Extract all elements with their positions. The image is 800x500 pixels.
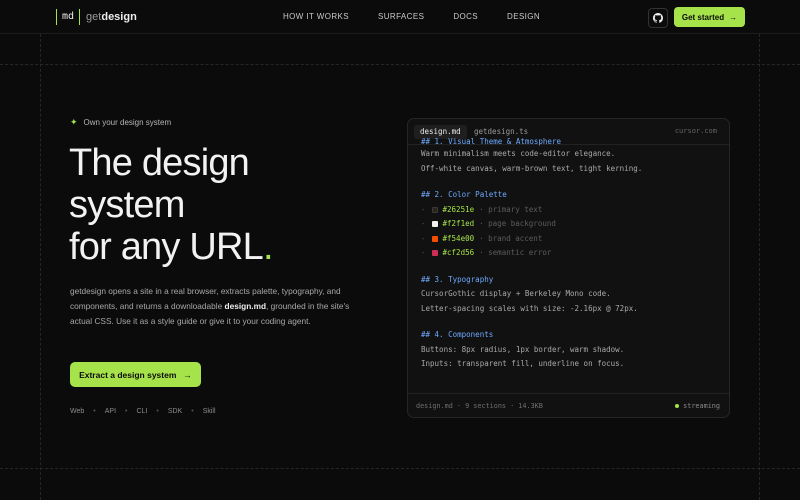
nav-link-design[interactable]: DESIGN <box>507 12 540 21</box>
hero-headline: The design system for any URL. <box>69 142 369 268</box>
color-description: · semantic error <box>479 248 552 257</box>
headline-accent-dot: . <box>262 226 274 268</box>
stream-status-label: streaming <box>683 402 720 410</box>
frame-guide-top <box>0 64 800 65</box>
code-line: Off-white canvas, warm-brown text, tight… <box>421 163 643 173</box>
color-description: · page background <box>479 219 556 228</box>
nav-links: HOW IT WORKS SURFACES DOCS DESIGN <box>283 12 569 21</box>
panel-footer: design.md · 9 sections · 14.3KB streamin… <box>408 393 729 417</box>
nav-link-surfaces[interactable]: SURFACES <box>378 12 424 21</box>
bullet-separator: • <box>93 408 96 415</box>
surface-web: Web <box>70 408 85 415</box>
palette-row: - #f54e00 · brand accent <box>421 232 719 247</box>
section-heading-4: ## 4. Components <box>421 330 494 339</box>
list-dash: - <box>421 233 426 243</box>
palette-row: - #cf2d56 · semantic error <box>421 246 719 261</box>
stream-status: streaming <box>675 402 720 410</box>
color-hex: #f54e00 <box>442 233 475 243</box>
frame-guide-left <box>40 34 41 500</box>
surface-skill: Skill <box>202 408 216 415</box>
color-hex: #f2f1ed <box>442 219 475 228</box>
arrow-right-icon: → <box>183 369 192 380</box>
extract-button-label: Extract a design system <box>79 369 177 380</box>
color-swatch <box>431 235 438 242</box>
github-icon <box>653 13 663 23</box>
hero-description: getdesign opens a site in a real browser… <box>70 284 370 329</box>
color-swatch <box>431 206 438 213</box>
get-started-label: Get started <box>681 12 725 22</box>
bullet-separator: • <box>156 408 159 415</box>
surface-sdk: SDK <box>167 408 183 415</box>
list-dash: - <box>421 248 426 257</box>
github-button[interactable] <box>648 8 668 28</box>
section-heading-2: ## 2. Color Palette <box>421 190 507 199</box>
headline-line-2: system <box>69 184 185 226</box>
nav-link-how-it-works[interactable]: HOW IT WORKS <box>283 12 349 21</box>
live-dot-icon <box>675 404 680 408</box>
list-dash: - <box>421 219 426 228</box>
section-heading-1: ## 1. Visual Theme & Atmosphere <box>421 137 561 146</box>
section-heading-3: ## 3. Typography <box>421 274 494 284</box>
frame-guide-right <box>759 34 760 500</box>
code-line: Inputs: transparent fill, underline on f… <box>421 359 625 368</box>
surfaces-list: Web • API • CLI • SDK • Skill <box>70 408 216 415</box>
surface-cli: CLI <box>136 408 148 415</box>
color-hex: #cf2d56 <box>442 248 475 257</box>
hero-eyebrow: ✦ Own your design system <box>70 117 171 128</box>
color-description: · primary text <box>479 204 543 214</box>
extract-design-system-button[interactable]: Extract a design system → <box>70 362 201 387</box>
surface-api: API <box>104 408 117 415</box>
bullet-separator: • <box>125 408 128 415</box>
code-content: ## 1. Visual Theme & Atmosphere Warm min… <box>421 137 719 372</box>
color-description: · brand accent <box>479 233 543 243</box>
design-md-preview-panel: design.md getdesign.ts cursor.com ## 1. … <box>407 118 730 418</box>
top-nav: md getdesign HOW IT WORKS SURFACES DOCS … <box>0 0 800 34</box>
color-swatch <box>431 250 438 257</box>
code-line: Warm minimalism meets code-editor elegan… <box>421 149 616 158</box>
get-started-button[interactable]: Get started → <box>674 7 745 27</box>
headline-line-3: for any URL <box>69 226 264 268</box>
logo-mark: md <box>56 9 81 25</box>
logo-text: getdesign <box>86 11 137 23</box>
file-meta: design.md · 9 sections · 14.3KB <box>416 402 543 410</box>
palette-row: - #26251e · primary text <box>421 203 719 218</box>
code-line: Letter-spacing scales with size: -2.16px… <box>421 303 638 313</box>
bullet-separator: • <box>191 408 194 415</box>
arrow-right-icon: → <box>729 12 738 22</box>
palette-row: - #f2f1ed · page background <box>421 217 719 232</box>
eyebrow-text: Own your design system <box>83 118 172 127</box>
logo[interactable]: md getdesign <box>56 9 137 25</box>
panel-source-domain: cursor.com <box>674 127 717 135</box>
code-line: CursorGothic display + Berkeley Mono cod… <box>421 289 611 298</box>
hero-description-filename: design.md <box>224 301 267 311</box>
color-hex: #26251e <box>442 204 475 214</box>
list-dash: - <box>421 204 426 214</box>
code-line: Buttons: 8px radius, 1px border, warm sh… <box>421 344 625 354</box>
frame-guide-bottom <box>0 468 800 469</box>
color-swatch <box>431 221 438 228</box>
nav-link-docs[interactable]: DOCS <box>453 12 478 21</box>
sparkle-icon: ✦ <box>70 117 78 127</box>
headline-line-1: The design <box>69 142 250 184</box>
